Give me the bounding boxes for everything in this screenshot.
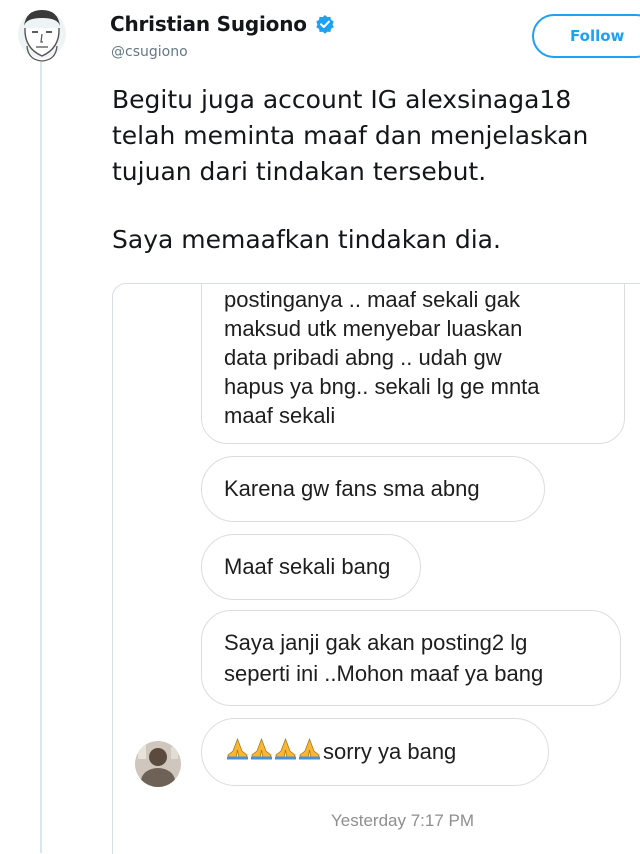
follow-button[interactable]: Follow [532, 14, 640, 58]
message-line: maaf sekali [224, 403, 336, 428]
tweet-text-line: tujuan dari tindakan tersebut. [112, 157, 487, 186]
message-line: Maaf sekali bang [224, 554, 391, 579]
folded-hands-icon [275, 738, 296, 760]
folded-hands-icon [251, 738, 272, 760]
message-line: Karena gw fans sma abng [224, 476, 480, 501]
verified-badge-icon [316, 15, 334, 34]
tweet-text-line: Begitu juga account IG alexsinaga18 [112, 85, 572, 114]
message-line: maksud utk menyebar luaskan [224, 316, 523, 341]
author-handle[interactable]: @csugiono [111, 44, 188, 60]
message-bubble: sorry ya bang [201, 718, 549, 786]
message-line: data pribadi abng .. udah gw [224, 345, 502, 370]
dm-sender-avatar [135, 741, 181, 787]
attached-dm-screenshot[interactable]: postinganya .. maaf sekali gak maksud ut… [112, 283, 640, 854]
message-line: postinganya .. maaf sekali gak [224, 287, 520, 312]
message-timestamp: Yesterday 7:17 PM [331, 811, 475, 830]
message-bubble: Maaf sekali bang [201, 534, 421, 600]
tweet-author[interactable]: Christian Sugiono [110, 12, 335, 36]
tweet-text-line: telah meminta maaf dan menjelaskan [112, 121, 589, 150]
message-bubble: postinganya .. maaf sekali gak maksud ut… [201, 284, 625, 444]
message-line: Saya janji gak akan posting2 lg [224, 630, 528, 655]
profile-avatar[interactable] [14, 4, 70, 62]
message-bubble: Saya janji gak akan posting2 lg seperti … [201, 610, 621, 706]
folded-hands-emoji [226, 738, 321, 760]
message-bubble: Karena gw fans sma abng [201, 456, 545, 522]
tweet-text: Begitu juga account IG alexsinaga18 tela… [112, 82, 640, 258]
author-name[interactable]: Christian Sugiono [110, 12, 307, 36]
message-line: seperti ini ..Mohon maaf ya bang [224, 661, 544, 686]
tweet-text-line: Saya memaafkan tindakan dia. [112, 225, 501, 254]
thread-connector-line [40, 62, 42, 853]
message-line: sorry ya bang [323, 739, 457, 764]
folded-hands-icon [227, 738, 248, 760]
folded-hands-icon [299, 738, 320, 760]
message-line: hapus ya bng.. sekali lg ge mnta [224, 374, 540, 399]
